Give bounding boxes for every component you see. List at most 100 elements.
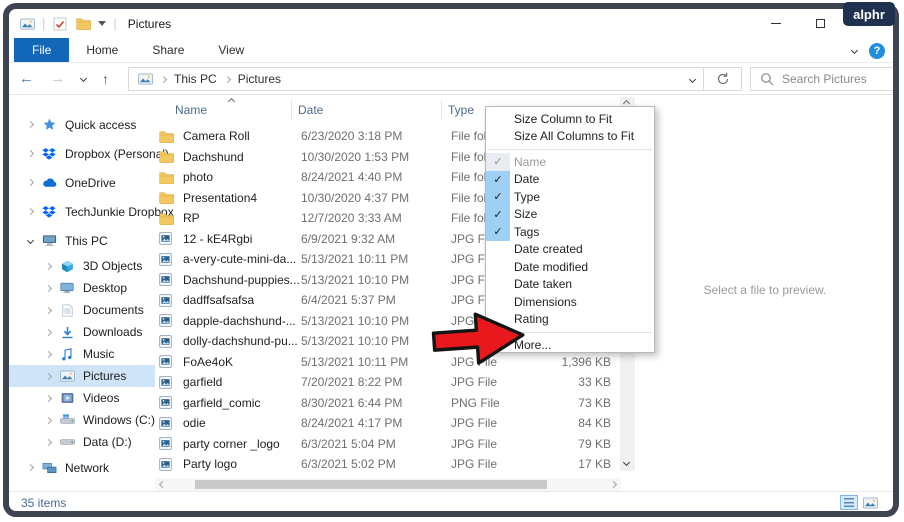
file-name[interactable]: Dachshund-puppies...	[183, 273, 301, 287]
column-header-date[interactable]: Date	[298, 103, 323, 117]
menu-item-label: Date	[514, 172, 540, 187]
column-divider[interactable]	[441, 100, 442, 119]
file-name[interactable]: 12 - kE4Rgbi	[183, 232, 301, 246]
menu-item-size[interactable]: ✓ Size	[486, 205, 654, 223]
file-row[interactable]: Party logo 6/3/2021 5:02 PM JPG File 17 KB	[155, 454, 621, 475]
file-row[interactable]: odie 8/24/2021 4:17 PM JPG File 84 KB	[155, 413, 621, 434]
qat-dropdown-icon[interactable]	[98, 21, 107, 26]
chevron-right-icon[interactable]	[26, 207, 35, 216]
sidebar-item-pictures[interactable]: Pictures	[9, 365, 155, 387]
chevron-right-icon[interactable]	[44, 284, 53, 292]
sidebar-item-techjunkie-dropbox[interactable]: TechJunkie Dropbox	[9, 197, 174, 226]
file-name[interactable]: Party logo	[183, 457, 301, 471]
file-name[interactable]: garfield_comic	[183, 396, 301, 410]
chevron-down-icon[interactable]	[26, 236, 35, 245]
file-row[interactable]: garfield_comic 8/30/2021 6:44 PM PNG File 7…	[155, 393, 621, 414]
scroll-right-icon[interactable]	[609, 480, 618, 489]
breadcrumb-pictures[interactable]: Pictures	[238, 72, 281, 86]
file-name[interactable]: garfield	[183, 375, 301, 389]
sidebar-item-music[interactable]: Music	[9, 343, 155, 365]
file-name[interactable]: Presentation4	[183, 191, 301, 205]
sidebar-item-windows-c[interactable]: Windows (C:)	[9, 409, 155, 431]
file-name[interactable]: odie	[183, 416, 301, 430]
sidebar-item-this-pc[interactable]: This PC	[9, 226, 155, 255]
sidebar-item-network[interactable]: Network	[9, 453, 155, 482]
thumbnail-view-button[interactable]	[861, 495, 879, 510]
ribbon-collapse-icon[interactable]	[850, 46, 859, 55]
file-row[interactable]: party corner _logo 6/3/2021 5:04 PM JPG Fi…	[155, 434, 621, 455]
sidebar-item-quick-access[interactable]: Quick access	[9, 110, 155, 139]
file-name[interactable]: a-very-cute-mini-da...	[183, 252, 301, 266]
file-name[interactable]: dolly-dachshund-pu...	[183, 334, 301, 348]
file-name[interactable]: RP	[183, 211, 301, 225]
chevron-right-icon[interactable]	[26, 149, 35, 158]
menu-item-size-column-to-fit[interactable]: Size Column to Fit	[486, 110, 654, 128]
sidebar-item-label: Music	[83, 347, 115, 361]
menu-item-date-created[interactable]: Date created	[486, 241, 654, 259]
minimize-button[interactable]	[767, 15, 785, 33]
sidebar-item-dropbox-personal[interactable]: Dropbox (Personal)	[9, 139, 169, 168]
address-dropdown-icon[interactable]	[688, 75, 697, 83]
breadcrumb-this-pc[interactable]: This PC	[174, 72, 217, 86]
tab-share[interactable]: Share	[135, 38, 201, 62]
sidebar-item-videos[interactable]: Videos	[9, 387, 155, 409]
chevron-right-icon[interactable]	[44, 394, 53, 402]
menu-item-date[interactable]: ✓ Date	[486, 170, 654, 188]
back-button[interactable]: ←	[19, 70, 34, 87]
sidebar-item-label: Windows (C:)	[83, 413, 156, 427]
sidebar-item-onedrive[interactable]: OneDrive	[9, 168, 155, 197]
forward-button[interactable]: →	[50, 70, 65, 87]
menu-item-date-modified[interactable]: Date modified	[486, 258, 654, 276]
menu-item-tags[interactable]: ✓ Tags	[486, 223, 654, 241]
sidebar-item-3d-objects[interactable]: 3D Objects	[9, 255, 155, 277]
column-divider[interactable]	[291, 100, 292, 119]
file-name[interactable]: FoAe4oK	[183, 355, 301, 369]
sidebar-item-data-d[interactable]: Data (D:)	[9, 431, 155, 453]
chevron-right-icon[interactable]	[44, 416, 53, 424]
chevron-right-icon[interactable]	[44, 438, 53, 446]
folder-icon[interactable]	[75, 17, 91, 30]
sidebar-item-documents[interactable]: Documents	[9, 299, 155, 321]
details-view-button[interactable]	[840, 495, 858, 510]
chevron-right-icon[interactable]	[44, 262, 53, 270]
menu-item-date-taken[interactable]: Date taken	[486, 276, 654, 294]
chevron-right-icon[interactable]	[26, 463, 35, 472]
column-header-name[interactable]: Name	[175, 103, 207, 117]
chevron-right-icon[interactable]	[26, 120, 35, 129]
tab-view[interactable]: View	[201, 38, 261, 62]
horizontal-scrollbar[interactable]	[155, 478, 621, 491]
chevron-right-icon[interactable]	[44, 372, 53, 380]
file-name[interactable]: party corner _logo	[183, 437, 301, 451]
file-name[interactable]: Dachshund	[183, 150, 301, 164]
search-input[interactable]	[782, 72, 882, 86]
scroll-left-icon[interactable]	[158, 480, 167, 489]
chevron-right-icon[interactable]	[26, 178, 35, 187]
sidebar-item-desktop[interactable]: Desktop	[9, 277, 155, 299]
file-name[interactable]: photo	[183, 170, 301, 184]
file-row[interactable]: FoAe4oK 5/13/2021 10:11 PM JPG File 1,396 K…	[155, 352, 621, 373]
file-name[interactable]: Camera Roll	[183, 129, 301, 143]
column-header-type[interactable]: Type	[448, 103, 474, 117]
scrollbar-thumb[interactable]	[195, 480, 547, 489]
breadcrumb[interactable]: This PC Pictures	[128, 67, 704, 91]
chevron-right-icon[interactable]	[44, 350, 53, 358]
scroll-down-icon[interactable]	[622, 458, 631, 467]
maximize-button[interactable]	[811, 15, 829, 33]
sidebar-item-label: This PC	[65, 233, 108, 248]
search-box[interactable]	[750, 67, 894, 91]
properties-check-icon[interactable]	[52, 17, 68, 31]
recent-locations-icon[interactable]	[79, 74, 88, 83]
menu-item-type[interactable]: ✓ Type	[486, 188, 654, 206]
refresh-button[interactable]	[704, 67, 742, 91]
tab-file[interactable]: File	[14, 38, 70, 62]
help-icon[interactable]: ?	[869, 42, 885, 59]
file-name[interactable]: dadffsafsafsa	[183, 293, 301, 307]
file-name[interactable]: dapple-dachshund-...	[183, 314, 301, 328]
chevron-right-icon[interactable]	[44, 328, 53, 336]
tab-home[interactable]: Home	[69, 38, 135, 62]
up-button[interactable]: ↑	[102, 71, 109, 87]
chevron-right-icon[interactable]	[44, 306, 53, 314]
sidebar-item-downloads[interactable]: Downloads	[9, 321, 155, 343]
file-row[interactable]: garfield 7/20/2021 8:22 PM JPG File 33 KB	[155, 372, 621, 393]
menu-item-size-all-columns-to-fit[interactable]: Size All Columns to Fit	[486, 128, 654, 146]
